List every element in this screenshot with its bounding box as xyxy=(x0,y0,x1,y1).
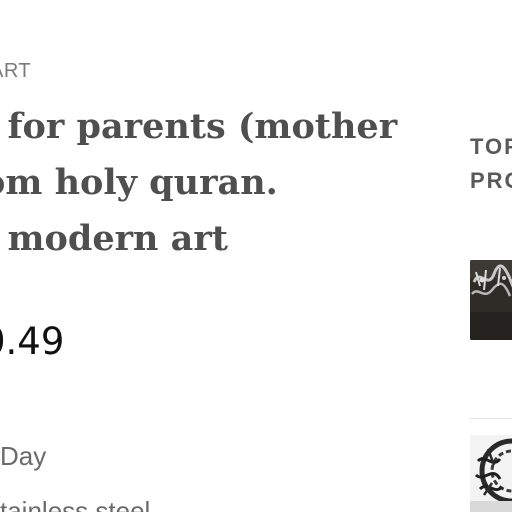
product-title-line: l for parents (mother xyxy=(0,106,398,147)
product-price: 0.49 xyxy=(0,320,65,363)
sidebar-divider xyxy=(470,418,512,419)
product-title-line: om holy quran. xyxy=(0,162,278,203)
top-product-thumbnail-1[interactable] xyxy=(470,260,512,340)
top-products-heading: TOP PRO xyxy=(470,130,512,198)
product-title-line: l modern art xyxy=(0,218,228,259)
material-info: tainless steel xyxy=(0,496,151,512)
sidebar-heading-line: PRO xyxy=(470,168,512,193)
product-category-link[interactable]: ART xyxy=(0,60,31,83)
sidebar-heading-line: TOP xyxy=(470,134,512,159)
delivery-info: Day xyxy=(0,441,47,471)
product-title: l for parents (mother om holy quran. l m… xyxy=(0,99,397,267)
circular-calligraphy-thumbnail xyxy=(470,435,512,512)
top-product-thumbnail-2[interactable] xyxy=(470,435,512,512)
metal-calligraphy-thumbnail xyxy=(470,260,512,340)
